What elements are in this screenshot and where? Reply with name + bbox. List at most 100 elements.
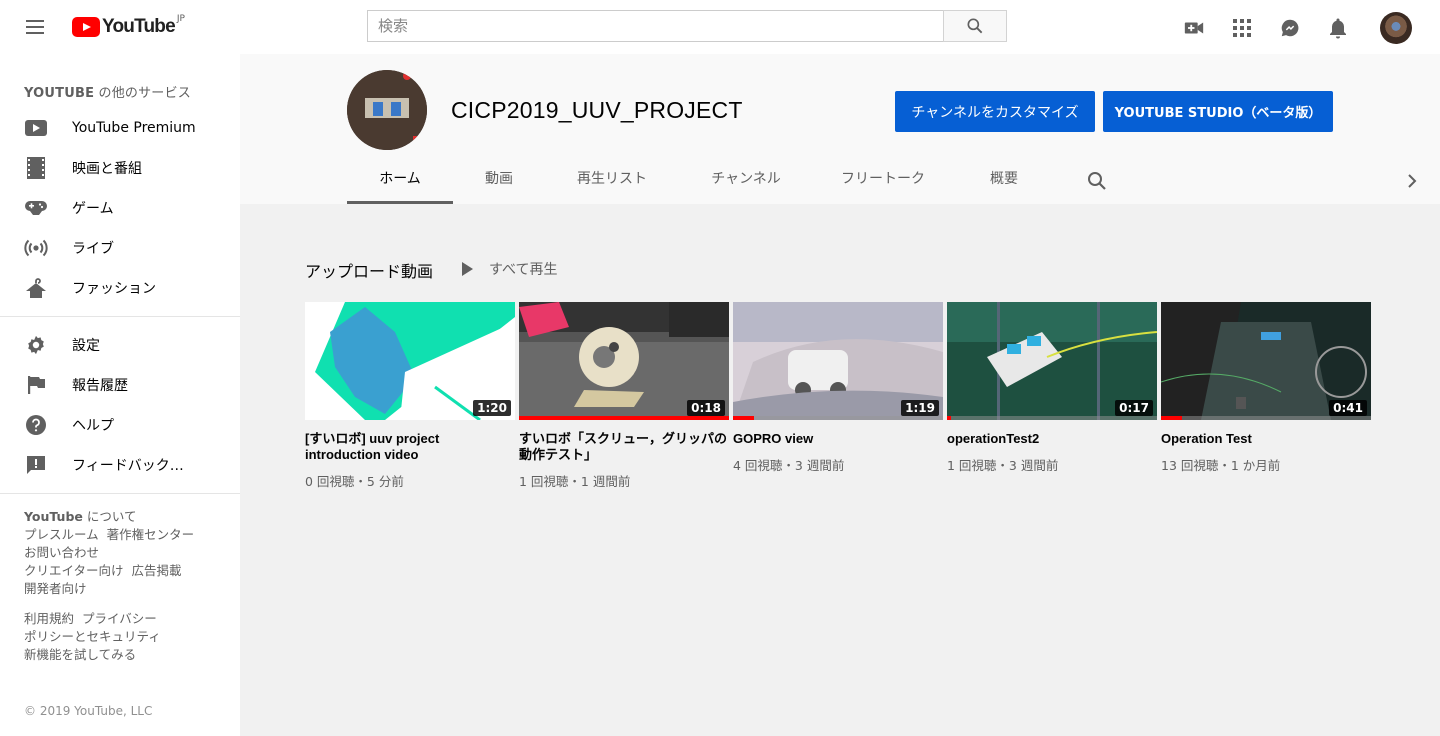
tab-4[interactable]: フリートーク: [813, 151, 953, 204]
sidebar-item-label: ゲーム: [72, 201, 114, 217]
divider: [0, 493, 240, 494]
footer-link[interactable]: 利用規約: [24, 611, 74, 626]
sidebar-item-live[interactable]: ライブ: [0, 228, 240, 268]
video-card: 1:20 [すいロボ] uuv project introduction vid…: [305, 302, 515, 490]
video-thumbnail[interactable]: 0:41: [1161, 302, 1371, 420]
tab-0[interactable]: ホーム: [347, 151, 453, 204]
sidebar-item-gamepad[interactable]: ゲーム: [0, 188, 240, 228]
divider: [0, 316, 240, 317]
feedback-icon: [24, 453, 48, 477]
search-input[interactable]: [367, 10, 943, 42]
flag-icon: [24, 373, 48, 397]
sidebar-item-help[interactable]: ヘルプ: [0, 405, 240, 445]
video-duration: 0:18: [687, 400, 725, 416]
channel-home-content: アップロード動画 すべて再生 1:20 [すいロボ] uuv project i…: [240, 204, 1440, 736]
search-button[interactable]: [943, 10, 1007, 42]
uploads-shelf-title[interactable]: アップロード動画: [305, 258, 433, 282]
footer-about-link[interactable]: YouTube について: [24, 509, 136, 524]
sidebar-item-label: 報告履歴: [72, 378, 128, 394]
video-card: 0:41 Operation Test 13 回視聴・1 か月前: [1161, 302, 1371, 474]
video-meta: 1 回視聴・1 週間前: [519, 474, 631, 489]
video-title[interactable]: GOPRO view: [733, 431, 943, 447]
live-icon: [24, 236, 48, 260]
sidebar-item-label: 映画と番組: [72, 161, 142, 177]
video-thumbnail[interactable]: 1:20: [305, 302, 515, 420]
sidebar-item-hanger[interactable]: ファッション: [0, 268, 240, 308]
film-icon: [24, 156, 48, 180]
video-title[interactable]: operationTest2: [947, 431, 1157, 447]
sidebar-item-feedback[interactable]: フィードバック…: [0, 445, 240, 485]
youtube-logo[interactable]: YouTube JP: [72, 14, 185, 39]
youtube-play-icon: [72, 17, 100, 37]
video-card: 0:18 すいロボ「スクリュー，グリッパの動作テスト」 1 回視聴・1 週間前: [519, 302, 729, 490]
sidebar-item-flag[interactable]: 報告履歴: [0, 365, 240, 405]
channel-tabs: ホーム 動画 再生リスト チャンネル フリートーク 概要: [347, 151, 1055, 204]
sidebar-item-youtube-premium[interactable]: YouTube Premium: [0, 108, 240, 148]
video-meta: 13 回視聴・1 か月前: [1161, 458, 1281, 473]
channel-header: CICP2019_UUV_PROJECT チャンネルをカスタマイズ YOUTUB…: [240, 54, 1440, 204]
video-duration: 1:20: [473, 400, 511, 416]
footer-link[interactable]: 著作権センター: [107, 527, 195, 542]
tab-5[interactable]: 概要: [953, 151, 1055, 204]
video-camera-plus-icon[interactable]: [1182, 16, 1206, 40]
video-meta: 1 回視聴・3 週間前: [947, 458, 1059, 473]
video-card: 0:17 operationTest2 1 回視聴・3 週間前: [947, 302, 1157, 474]
more-services-heading: YOUTUBE の他のサービス: [24, 86, 191, 101]
watch-progress-track: [947, 416, 1157, 420]
footer-links: YouTube について プレスルーム 著作権センター お問い合わせ クリエイター…: [0, 508, 240, 664]
video-thumbnail[interactable]: 0:18: [519, 302, 729, 420]
video-duration: 1:19: [901, 400, 939, 416]
channel-search-icon[interactable]: [1085, 169, 1109, 193]
footer-link[interactable]: お問い合わせ: [24, 545, 99, 560]
video-title[interactable]: [すいロボ] uuv project introduction video: [305, 431, 515, 463]
menu-icon[interactable]: [24, 17, 48, 37]
watch-progress-track: [1161, 416, 1371, 420]
sidebar-item-label: YouTube Premium: [72, 120, 196, 136]
tab-3[interactable]: チャンネル: [679, 151, 813, 204]
watch-progress: [1161, 416, 1182, 420]
sidebar-item-label: ファッション: [72, 281, 156, 297]
footer-link[interactable]: ポリシーとセキュリティ: [24, 629, 161, 644]
sidebar-item-gear[interactable]: 設定: [0, 325, 240, 365]
watch-progress: [947, 416, 952, 420]
watch-progress: [519, 416, 729, 420]
sidebar-item-label: 設定: [72, 338, 100, 354]
notifications-bell-icon[interactable]: [1326, 16, 1350, 40]
messages-icon[interactable]: [1278, 16, 1302, 40]
tab-2[interactable]: 再生リスト: [545, 151, 679, 204]
video-title[interactable]: Operation Test: [1161, 431, 1371, 447]
footer-link[interactable]: クリエイター向け: [24, 563, 124, 578]
watch-progress-track: [733, 416, 943, 420]
footer-link[interactable]: プライバシー: [82, 611, 157, 626]
search-icon: [967, 18, 983, 34]
play-all-label: すべて再生: [489, 262, 558, 278]
logo-region: JP: [176, 14, 185, 24]
search-box: [367, 10, 1007, 42]
apps-grid-icon[interactable]: [1230, 16, 1254, 40]
gamepad-icon: [24, 196, 48, 220]
youtube-studio-button[interactable]: YOUTUBE STUDIO（ベータ版）: [1103, 91, 1333, 132]
watch-progress: [733, 416, 754, 420]
footer-link[interactable]: 新機能を試してみる: [24, 647, 136, 662]
play-all-button[interactable]: すべて再生: [462, 259, 557, 279]
video-duration: 0:17: [1115, 400, 1153, 416]
video-title[interactable]: すいロボ「スクリュー，グリッパの動作テスト」: [519, 431, 729, 463]
hanger-icon: [24, 276, 48, 300]
video-meta: 4 回視聴・3 週間前: [733, 458, 845, 473]
video-thumbnail[interactable]: 1:19: [733, 302, 943, 420]
footer-link[interactable]: プレスルーム: [24, 527, 99, 542]
video-thumbnail[interactable]: 0:17: [947, 302, 1157, 420]
account-avatar[interactable]: [1380, 12, 1412, 44]
customize-channel-button[interactable]: チャンネルをカスタマイズ: [895, 91, 1095, 132]
sidebar-item-label: ヘルプ: [72, 418, 114, 434]
sidebar-item-film[interactable]: 映画と番組: [0, 148, 240, 188]
footer-link[interactable]: 広告掲載: [132, 563, 182, 578]
sidebar-item-label: フィードバック…: [72, 458, 184, 474]
youtube-premium-icon: [24, 116, 48, 140]
tab-1[interactable]: 動画: [453, 151, 545, 204]
play-icon: [462, 262, 473, 276]
masthead: YouTube JP: [0, 0, 1440, 54]
chevron-right-icon[interactable]: [1400, 169, 1424, 193]
video-meta: 0 回視聴・5 分前: [305, 474, 404, 489]
footer-link[interactable]: 開発者向け: [24, 581, 87, 596]
